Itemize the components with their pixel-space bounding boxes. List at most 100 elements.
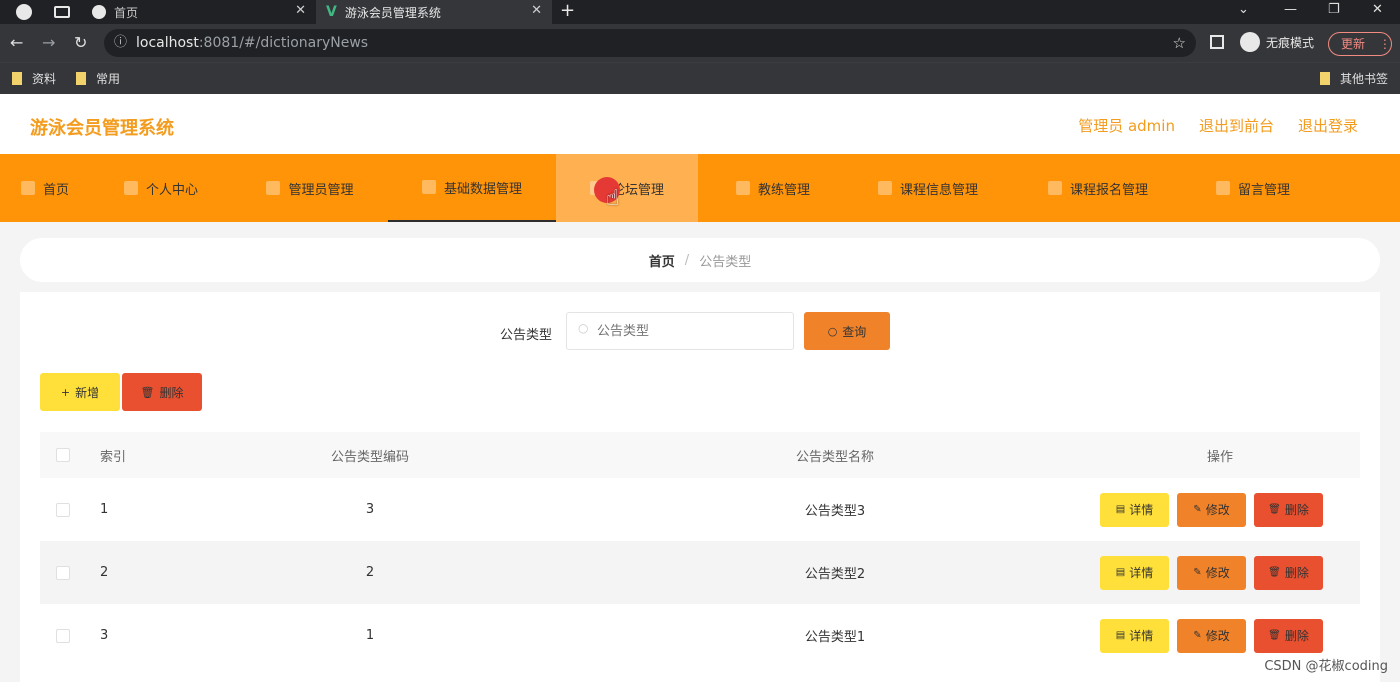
menu-item-course-info[interactable]: 课程信息管理	[848, 154, 1008, 222]
hand-cursor-icon: ☝	[606, 186, 620, 211]
edit-label: 修改	[1205, 629, 1230, 643]
star-icon[interactable]: ☆	[1173, 29, 1186, 57]
close-icon[interactable]: ✕	[295, 3, 306, 18]
cell-code: 2	[365, 565, 375, 580]
home-icon	[20, 181, 35, 195]
side-panel-icon[interactable]	[1210, 35, 1224, 49]
bookmark-folder[interactable]: 常用	[76, 70, 120, 87]
incognito-icon	[1240, 32, 1260, 52]
coach-icon	[735, 181, 750, 195]
logout-link[interactable]: 退出登录	[1298, 115, 1358, 136]
bookmark-label: 常用	[96, 72, 121, 86]
plus-icon: +	[60, 385, 71, 399]
row-checkbox[interactable]	[56, 628, 70, 643]
incognito-indicator[interactable]: 无痕模式	[1240, 32, 1314, 52]
menu-item-basic-data[interactable]: 基础数据管理	[388, 154, 556, 222]
new-tab-icon[interactable]: +	[560, 0, 575, 24]
menu-item-profile[interactable]: 个人中心	[90, 154, 232, 222]
watermark: CSDN @花椒coding	[1264, 659, 1388, 674]
update-button[interactable]: 更新 ⋮	[1328, 32, 1392, 56]
breadcrumb: 首页 / 公告类型	[20, 238, 1380, 282]
more-icon: ⋮	[1378, 37, 1391, 51]
bookmark-folder[interactable]: 资料	[12, 70, 56, 87]
info-icon[interactable]: ⓘ	[114, 29, 127, 57]
query-button[interactable]: ○ 查询	[804, 312, 890, 350]
search-icon: ○	[578, 321, 589, 335]
pinned-tab-icon[interactable]	[16, 4, 32, 20]
forward-icon[interactable]: →	[42, 33, 55, 52]
detail-button[interactable]: ▤ 详情	[1100, 492, 1169, 527]
tab-label: 首页	[114, 5, 139, 20]
pinned-window-icon[interactable]	[54, 6, 70, 18]
bookmark-label: 资料	[32, 72, 57, 86]
document-icon: ▤	[1115, 567, 1126, 578]
restore-icon[interactable]: ❐	[1328, 2, 1340, 17]
admin-user-link[interactable]: 管理员 admin	[1078, 115, 1175, 136]
menu-label: 基础数据管理	[443, 181, 522, 197]
back-icon[interactable]: ←	[10, 33, 23, 52]
folder-icon	[1320, 72, 1330, 85]
reload-icon[interactable]: ↻	[74, 33, 87, 52]
browser-tabstrip: 首页 ✕ V 游泳会员管理系统 ✕ + ⌄ — ❐ ✕	[0, 0, 1400, 24]
trash-icon: 🗑	[140, 385, 155, 399]
tab-home[interactable]: 首页 ✕	[84, 0, 316, 24]
menu-item-admin[interactable]: 管理员管理	[232, 154, 388, 222]
other-bookmarks[interactable]: 其他书签	[1320, 70, 1388, 87]
row-checkbox[interactable]	[56, 502, 70, 517]
vue-icon: V	[326, 4, 337, 20]
header-code: 公告类型编码	[330, 449, 409, 465]
delete-button[interactable]: 🗑 删除	[1254, 492, 1323, 527]
detail-button[interactable]: ▤ 详情	[1100, 555, 1169, 590]
folder-icon	[12, 72, 22, 85]
breadcrumb-home[interactable]: 首页	[649, 251, 675, 270]
menu-item-forum[interactable]: 论坛管理 ☝	[556, 154, 698, 222]
course-icon	[877, 181, 892, 195]
delete-label: 删除	[1284, 566, 1309, 580]
edit-button[interactable]: ✎ 修改	[1177, 618, 1246, 653]
header-ops: 操作	[1206, 449, 1233, 465]
cell-code: 3	[365, 502, 375, 517]
delete-button[interactable]: 🗑 删除	[1254, 555, 1323, 590]
content-panel: 公告类型 ○ ○ 查询 + 新增 🗑 删除 索引 公告类型编码 公告类型名称 操…	[20, 292, 1380, 682]
table-header: 索引 公告类型编码 公告类型名称 操作	[40, 432, 1360, 478]
data-icon	[421, 180, 436, 194]
address-bar-row: ← → ↻ ⓘ localhost:8081/#/dictionaryNews …	[0, 24, 1400, 62]
batch-delete-button[interactable]: 🗑 删除	[122, 373, 202, 411]
incognito-label: 无痕模式	[1266, 35, 1315, 50]
row-actions: ▤ 详情 ✎ 修改 🗑 删除	[1100, 541, 1323, 604]
menu-label: 管理员管理	[288, 182, 354, 198]
detail-label: 详情	[1129, 566, 1154, 580]
row-checkbox[interactable]	[56, 565, 70, 580]
exit-to-frontend-link[interactable]: 退出到前台	[1199, 115, 1274, 136]
menu-item-coach[interactable]: 教练管理	[698, 154, 848, 222]
update-label: 更新	[1341, 37, 1366, 51]
app-title: 游泳会员管理系统	[30, 118, 174, 139]
window-close-icon[interactable]: ✕	[1372, 2, 1383, 17]
edit-button[interactable]: ✎ 修改	[1177, 555, 1246, 590]
delete-button[interactable]: 🗑 删除	[1254, 618, 1323, 653]
minimize-icon[interactable]: —	[1284, 2, 1297, 17]
chevron-down-icon[interactable]: ⌄	[1238, 2, 1249, 17]
select-all-checkbox[interactable]	[56, 448, 70, 462]
tab-app[interactable]: V 游泳会员管理系统 ✕	[316, 0, 552, 24]
search-icon: ○	[827, 324, 838, 338]
close-icon[interactable]: ✕	[531, 3, 542, 18]
cell-name: 公告类型3	[804, 504, 866, 519]
tab-label: 游泳会员管理系统	[344, 5, 441, 20]
detail-button[interactable]: ▤ 详情	[1100, 618, 1169, 653]
menu-item-home[interactable]: 首页	[0, 154, 90, 222]
menu-item-messages[interactable]: 留言管理	[1188, 154, 1318, 222]
cell-name: 公告类型2	[804, 567, 866, 582]
search-label: 公告类型	[500, 328, 553, 343]
add-button[interactable]: + 新增	[40, 373, 120, 411]
edit-button[interactable]: ✎ 修改	[1177, 492, 1246, 527]
admin-icon	[266, 181, 281, 195]
edit-label: 修改	[1205, 566, 1230, 580]
menu-item-course-signup[interactable]: 课程报名管理	[1008, 154, 1188, 222]
header-links: 管理员 admin 退出到前台 退出登录	[1078, 115, 1358, 136]
query-label: 查询	[842, 324, 867, 339]
search-input[interactable]	[566, 312, 794, 350]
pencil-icon: ✎	[1193, 504, 1202, 515]
url-input[interactable]: ⓘ localhost:8081/#/dictionaryNews ☆	[104, 29, 1196, 57]
document-icon: ▤	[1115, 630, 1126, 641]
